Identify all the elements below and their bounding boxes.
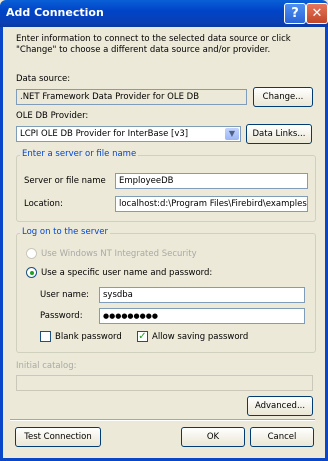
- provider-label: OLE DB Provider:: [16, 111, 89, 121]
- allow-saving-checkbox[interactable]: ✓: [137, 331, 148, 342]
- ok-button[interactable]: OK: [181, 427, 245, 447]
- specific-auth-label: Use a specific user name and password:: [41, 268, 213, 278]
- data-links-button[interactable]: Data Links...: [246, 124, 312, 144]
- change-button[interactable]: Change...: [253, 87, 313, 107]
- server-group-title: Enter a server or file name: [20, 149, 139, 159]
- allow-saving-label: Allow saving password: [152, 332, 249, 342]
- provider-combo-value: LCPI OLE DB Provider for InterBase [v3]: [20, 129, 189, 139]
- location-label: Location:: [24, 199, 63, 209]
- username-label: User name:: [40, 290, 90, 300]
- location-input[interactable]: localhost:d:\Program Files\Firebird\exam…: [115, 196, 308, 212]
- initial-catalog-label: Initial catalog:: [16, 361, 77, 371]
- separator: [10, 419, 315, 421]
- logon-group-title: Log on to the server: [20, 227, 110, 237]
- server-name-input[interactable]: EmployeeDB: [115, 173, 308, 189]
- radio-selected-dot: [30, 271, 34, 275]
- intro-text-line-1: Enter information to connect to the sele…: [16, 34, 291, 44]
- intro-text-line-2: "Change" to choose a different data sour…: [16, 45, 271, 55]
- test-connection-button[interactable]: Test Connection: [15, 427, 101, 447]
- username-input[interactable]: sysdba: [99, 287, 305, 303]
- cancel-button[interactable]: Cancel: [250, 427, 314, 447]
- windows-auth-label: Use Windows NT Integrated Security: [41, 249, 197, 259]
- data-source-label: Data source:: [16, 74, 71, 84]
- title-bar: Add Connection ? ✕: [0, 0, 328, 27]
- chevron-down-icon[interactable]: ▼: [225, 128, 239, 140]
- windows-auth-radio[interactable]: [26, 248, 37, 259]
- advanced-button[interactable]: Advanced...: [247, 396, 313, 416]
- window-title: Add Connection: [6, 6, 104, 19]
- help-button[interactable]: ?: [284, 3, 306, 24]
- specific-auth-radio[interactable]: [26, 267, 37, 278]
- close-button[interactable]: ✕: [306, 3, 328, 24]
- blank-password-checkbox[interactable]: [40, 331, 51, 342]
- blank-password-label: Blank password: [55, 332, 122, 342]
- provider-combo[interactable]: LCPI OLE DB Provider for InterBase [v3] …: [16, 126, 241, 142]
- server-name-label: Server or file name: [24, 176, 106, 186]
- password-label: Password:: [40, 311, 83, 321]
- initial-catalog-combo: [16, 375, 313, 391]
- password-input[interactable]: ●●●●●●●●●: [99, 308, 305, 324]
- data-source-field: .NET Framework Data Provider for OLE DB: [16, 89, 247, 105]
